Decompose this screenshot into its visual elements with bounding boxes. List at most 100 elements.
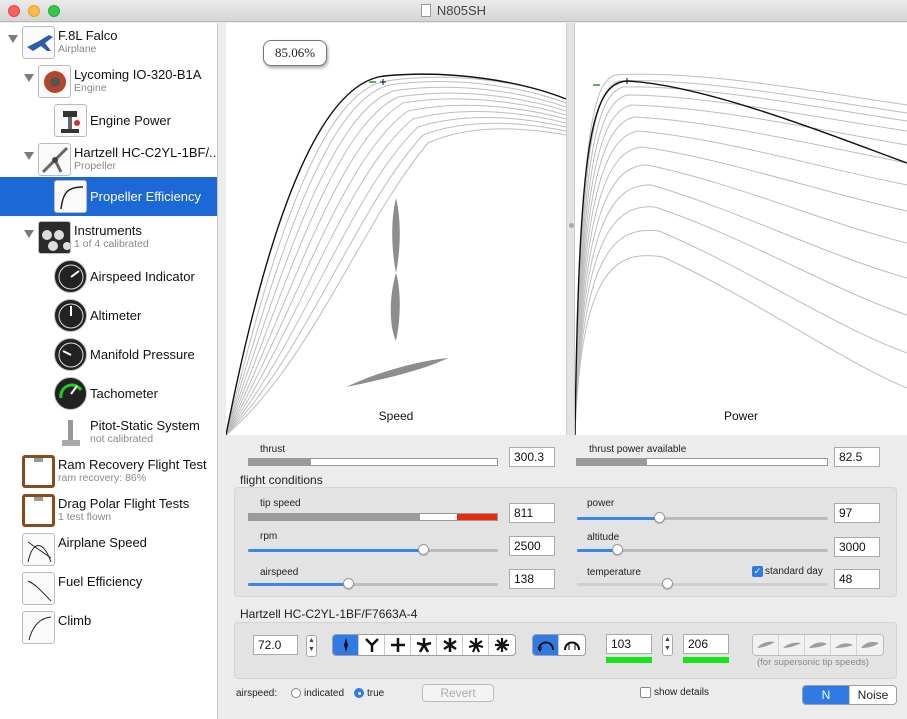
disclosure-triangle-icon[interactable] xyxy=(24,152,34,160)
sidebar: F.8L Falco Airplane Lycoming IO-320-B1A … xyxy=(0,23,218,719)
tip-speed-bar xyxy=(248,513,498,521)
power-slider[interactable] xyxy=(577,512,828,523)
propeller-field-1[interactable]: 103 xyxy=(606,634,652,654)
tip-speed-fill xyxy=(249,514,421,520)
sidebar-item-drag-polar[interactable]: Drag Polar Flight Tests 1 test flown xyxy=(0,491,217,530)
altitude-slider-knob[interactable] xyxy=(611,544,623,555)
airspeed-slider[interactable] xyxy=(248,578,498,589)
manifold-gauge-icon xyxy=(54,338,87,371)
sidebar-item-label: Altimeter xyxy=(90,308,142,323)
sidebar-item-label: Ram Recovery Flight Test xyxy=(58,457,207,472)
rpm-slider[interactable] xyxy=(248,544,498,555)
sidebar-item-instruments[interactable]: Instruments 1 of 4 calibrated xyxy=(0,218,217,257)
altitude-label: altitude xyxy=(587,532,620,543)
rpm-slider-knob[interactable] xyxy=(417,544,429,555)
graph-splitter[interactable] xyxy=(566,23,575,435)
airfoil-1-option[interactable] xyxy=(753,635,779,655)
temperature-slider-knob[interactable] xyxy=(661,578,673,589)
blades-8-option[interactable] xyxy=(489,635,515,655)
diameter-field[interactable]: 72.0 xyxy=(253,635,298,655)
sidebar-item-subtitle: Airplane xyxy=(58,43,97,55)
thrust-power-label: thrust power available xyxy=(589,444,687,455)
blades-3-option[interactable] xyxy=(359,635,385,655)
airfoil-2-option[interactable] xyxy=(779,635,805,655)
sidebar-item-airplane-speed[interactable]: Airplane Speed xyxy=(0,530,217,569)
airspeed-value[interactable]: 138 xyxy=(509,569,555,589)
sidebar-item-engine-power[interactable]: Engine Power xyxy=(0,101,217,140)
unit-noise-option[interactable]: Noise xyxy=(850,686,896,704)
unit-selector[interactable]: N Noise xyxy=(802,685,897,705)
temperature-slider[interactable] xyxy=(577,578,828,589)
sidebar-item-label: Tachometer xyxy=(90,386,158,401)
rpm-value[interactable]: 2500 xyxy=(509,536,555,556)
blades-6-option[interactable] xyxy=(437,635,463,655)
engine-icon xyxy=(38,65,71,98)
sidebar-item-pitot-static[interactable]: Pitot-Static System not calibrated xyxy=(0,413,217,452)
sidebar-item-airplane[interactable]: F.8L Falco Airplane xyxy=(0,23,217,62)
propeller-field-2[interactable]: 206 xyxy=(683,634,729,654)
standard-day-checkbox[interactable]: ✓ xyxy=(752,566,763,577)
sidebar-item-label: Drag Polar Flight Tests xyxy=(58,496,190,511)
sidebar-item-engine[interactable]: Lycoming IO-320-B1A Engine xyxy=(0,62,217,101)
sidebar-item-label: Hartzell HC-C2YL-1BF/... xyxy=(74,145,218,160)
propeller-field-2-indicator xyxy=(683,657,729,663)
blade-count-selector[interactable] xyxy=(332,634,516,656)
tip-speed-label: tip speed xyxy=(260,498,301,509)
rotation-counterclockwise-option[interactable] xyxy=(559,635,585,655)
airspeed-gauge-icon xyxy=(54,260,87,293)
show-details-checkbox[interactable] xyxy=(640,687,651,698)
sidebar-item-altimeter[interactable]: Altimeter xyxy=(0,296,217,335)
document-icon xyxy=(420,4,431,17)
sidebar-item-manifold-pressure[interactable]: Manifold Pressure xyxy=(0,335,217,374)
thrust-bar xyxy=(248,458,498,466)
sidebar-splitter[interactable] xyxy=(218,23,226,719)
indicated-radio[interactable] xyxy=(291,688,301,698)
blades-4-option[interactable] xyxy=(385,635,411,655)
altitude-slider[interactable] xyxy=(577,544,828,555)
true-radio[interactable] xyxy=(354,688,364,698)
supersonic-note: (for supersonic tip speeds) xyxy=(757,657,869,668)
blades-2-option[interactable] xyxy=(333,635,359,655)
thrust-value: 300.3 xyxy=(509,447,555,467)
sidebar-item-airspeed-indicator[interactable]: Airspeed Indicator xyxy=(0,257,217,296)
pitot-tube-icon xyxy=(54,416,87,449)
propeller-field-1-indicator xyxy=(606,657,652,663)
climb-curve-icon xyxy=(22,611,55,644)
unit-n-option[interactable]: N xyxy=(803,686,850,704)
sidebar-item-climb[interactable]: Climb xyxy=(0,608,217,647)
blades-7-option[interactable] xyxy=(463,635,489,655)
airfoil-3-option[interactable] xyxy=(805,635,831,655)
revert-button[interactable]: Revert xyxy=(422,684,494,702)
blades-5-option[interactable] xyxy=(411,635,437,655)
sidebar-item-subtitle: 1 of 4 calibrated xyxy=(74,238,149,250)
thrust-power-bar xyxy=(576,458,828,466)
power-value[interactable]: 97 xyxy=(834,503,880,523)
rotation-selector[interactable] xyxy=(532,634,586,656)
diameter-stepper[interactable]: ▲ ▼ xyxy=(306,635,317,657)
sidebar-item-propeller-efficiency[interactable]: Propeller Efficiency xyxy=(0,177,217,216)
disclosure-triangle-icon[interactable] xyxy=(24,230,34,238)
temperature-value[interactable]: 48 xyxy=(834,569,880,589)
engine-power-icon xyxy=(54,104,87,137)
airfoil-selector[interactable] xyxy=(752,634,884,656)
airfoil-4-option[interactable] xyxy=(831,635,857,655)
airfoil-5-option[interactable] xyxy=(857,635,883,655)
efficiency-readout: 85.06% xyxy=(263,40,327,66)
airspeed-slider-knob[interactable] xyxy=(342,578,354,589)
disclosure-triangle-icon[interactable] xyxy=(24,74,34,82)
sidebar-item-ram-recovery[interactable]: Ram Recovery Flight Test ram recovery: 8… xyxy=(0,452,217,491)
speed-curve-icon xyxy=(22,533,55,566)
efficiency-curve-icon xyxy=(54,180,87,213)
sidebar-item-tachometer[interactable]: Tachometer xyxy=(0,374,217,413)
altitude-value[interactable]: 3000 xyxy=(834,537,880,557)
propeller-stepper[interactable]: ▲ ▼ xyxy=(662,634,673,656)
sidebar-item-propeller[interactable]: Hartzell HC-C2YL-1BF/... Propeller xyxy=(0,140,217,179)
window-title: N805SH xyxy=(0,3,907,18)
sidebar-item-label: Pitot-Static System xyxy=(90,418,200,433)
instrument-panel-icon xyxy=(38,221,71,254)
sidebar-item-fuel-efficiency[interactable]: Fuel Efficiency xyxy=(0,569,217,608)
disclosure-triangle-icon[interactable] xyxy=(8,35,18,43)
rpm-label: rpm xyxy=(260,531,278,542)
tachometer-gauge-icon xyxy=(54,377,87,410)
rotation-clockwise-option[interactable] xyxy=(533,635,559,655)
